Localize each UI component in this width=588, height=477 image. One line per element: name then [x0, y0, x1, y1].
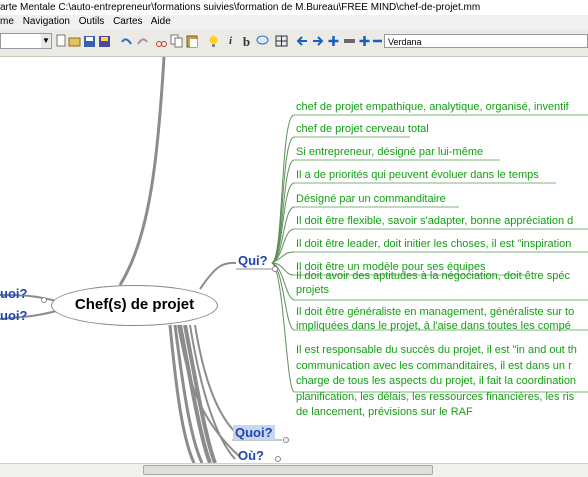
- save-as-icon[interactable]: [98, 34, 111, 49]
- branch-node-left-1[interactable]: uoi?: [0, 286, 27, 301]
- toolbar: ▼ i b Verdana: [0, 29, 588, 57]
- window-title-bar: arte Mentale C:\auto-entrepreneur\format…: [0, 0, 588, 15]
- open-folder-icon[interactable]: [68, 34, 81, 49]
- window-title: arte Mentale C:\auto-entrepreneur\format…: [0, 2, 481, 13]
- leaf-line: de lancement, prévisions sur le RAF: [296, 406, 473, 418]
- horizontal-scrollbar[interactable]: [0, 463, 588, 477]
- leaf-line: charge de tous les aspects du projet, il…: [296, 375, 577, 387]
- leaf-node-multiline[interactable]: Il doit être généraliste en management, …: [296, 305, 574, 333]
- undo-icon[interactable]: [120, 34, 133, 49]
- leaf-node[interactable]: Si entrepreneur, désigné par lui-même: [296, 145, 483, 159]
- branch-node-qui[interactable]: Qui?: [238, 253, 268, 268]
- leaf-line: impliquées dans le projet, à l'aise dans…: [296, 320, 571, 332]
- chevron-down-icon[interactable]: ▼: [41, 34, 51, 48]
- leaf-node[interactable]: Désigné par un commanditaire: [296, 192, 446, 206]
- central-node[interactable]: Chef(s) de projet: [51, 285, 218, 326]
- leaf-line: Il doit avoir des aptitudes à la négocia…: [296, 270, 570, 282]
- redo-icon[interactable]: [136, 34, 149, 49]
- leaf-line: planification, les délais, les ressource…: [296, 390, 575, 403]
- scrollbar-thumb[interactable]: [143, 465, 433, 475]
- leaf-node[interactable]: Il a de priorités qui peuvent évoluer da…: [296, 168, 539, 182]
- paste-icon[interactable]: [186, 34, 199, 49]
- plus-node-icon[interactable]: [327, 34, 340, 49]
- branch-node-left-2[interactable]: uoi?: [0, 308, 27, 323]
- menu-item-affichage[interactable]: me: [0, 16, 14, 27]
- leaf-node[interactable]: Il doit être flexible, savoir s'adapter,…: [296, 214, 573, 228]
- branch-node-ou[interactable]: Où?: [238, 448, 264, 463]
- grid-icon[interactable]: [275, 34, 288, 49]
- arrow-left-icon[interactable]: [296, 34, 309, 49]
- leaf-line: communication avec les commanditaires, i…: [296, 359, 572, 372]
- lightbulb-icon[interactable]: [207, 34, 220, 49]
- save-icon[interactable]: [83, 34, 96, 49]
- minus-node-icon[interactable]: [343, 34, 356, 49]
- italic-button[interactable]: i: [224, 34, 237, 49]
- bold-button[interactable]: b: [240, 34, 253, 49]
- cut-icon[interactable]: [155, 34, 168, 49]
- mindmap-canvas[interactable]: Chef(s) de projet uoi? uoi? Qui? Quoi? O…: [0, 57, 588, 463]
- copy-icon[interactable]: [170, 34, 183, 49]
- menu-item-aide[interactable]: Aide: [151, 16, 171, 27]
- menu-item-outils[interactable]: Outils: [79, 16, 105, 27]
- font-family-select[interactable]: Verdana: [384, 34, 588, 48]
- leaf-line: Il doit être généraliste en management, …: [296, 306, 575, 318]
- zoom-select[interactable]: ▼: [0, 33, 52, 49]
- menu-item-cartes[interactable]: Cartes: [113, 16, 142, 27]
- leaf-node[interactable]: chef de projet empathique, analytique, o…: [296, 100, 569, 114]
- leaf-node[interactable]: Il doit être leader, doit initier les ch…: [296, 237, 571, 251]
- speech-bubble-icon[interactable]: [256, 34, 269, 49]
- new-file-icon[interactable]: [54, 34, 67, 49]
- arrow-right-icon[interactable]: [311, 34, 324, 49]
- menu-item-navigation[interactable]: Navigation: [23, 16, 70, 27]
- leaf-node-multiline[interactable]: Il doit avoir des aptitudes à la négocia…: [296, 269, 570, 297]
- menu-bar: me Navigation Outils Cartes Aide: [0, 15, 588, 29]
- branch-node-quoi[interactable]: Quoi?: [233, 425, 275, 440]
- leaf-node-multiline[interactable]: Il est responsable du succès du projet, …: [296, 343, 577, 421]
- minus-icon[interactable]: [371, 34, 384, 49]
- leaf-line: Il est responsable du succès du projet, …: [296, 344, 577, 356]
- plus-icon[interactable]: [358, 34, 371, 49]
- leaf-node[interactable]: chef de projet cerveau total: [296, 122, 429, 136]
- leaf-line: projets: [296, 284, 330, 296]
